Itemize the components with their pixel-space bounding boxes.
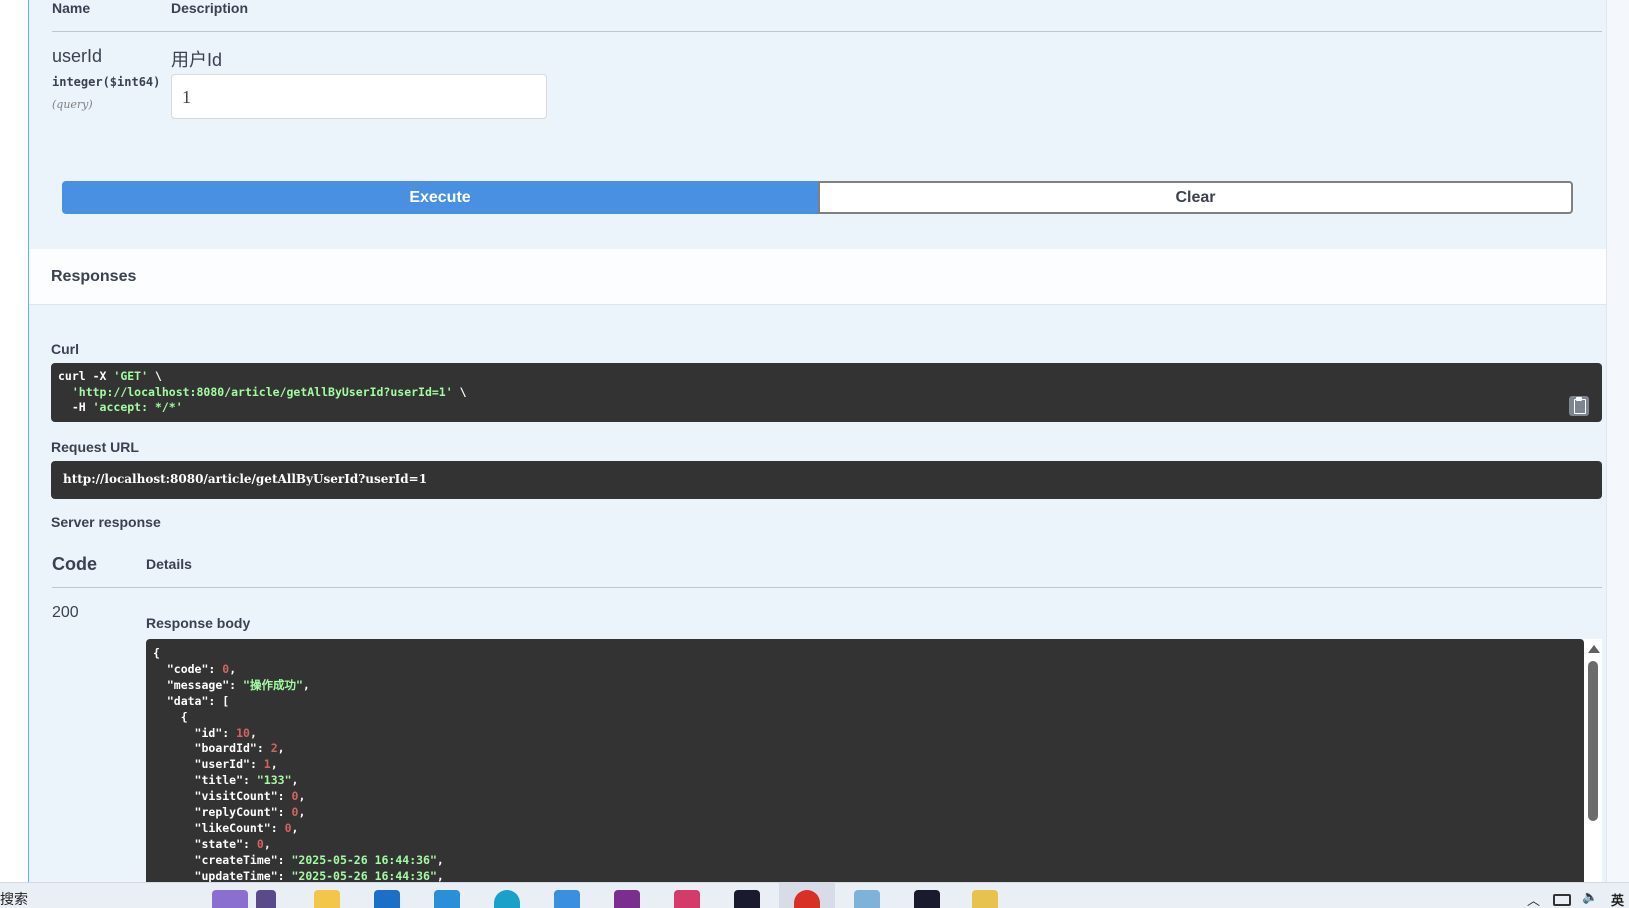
taskbar-vscode-icon[interactable] <box>434 890 460 908</box>
column-description-header: Description <box>171 0 249 16</box>
json-field-key: "id" <box>194 725 223 740</box>
right-gutter <box>1606 0 1629 882</box>
taskbar-search[interactable]: 搜索 <box>0 889 28 908</box>
curl-label: Curl <box>51 341 79 357</box>
tray-input-language[interactable]: 英 <box>1611 890 1624 908</box>
response-body-scrollbar[interactable] <box>1584 639 1602 882</box>
tray-network-icon[interactable] <box>1553 894 1571 906</box>
json-field-key: "boardId" <box>194 741 257 756</box>
param-location: (query) <box>52 98 93 111</box>
json-item-open: { <box>180 709 188 724</box>
json-field-value: 2 <box>270 741 278 756</box>
json-field-key: "title" <box>194 773 244 788</box>
scroll-thumb[interactable] <box>1588 661 1598 821</box>
json-field-value: 10 <box>236 725 250 740</box>
json-field-key: "replyCount" <box>194 805 278 820</box>
column-name-header: Name <box>52 0 91 16</box>
taskbar-onenote-icon[interactable] <box>614 890 640 908</box>
curl-method: 'GET' <box>113 369 149 383</box>
json-field-value: "2025-05-26 16:44:36" <box>291 852 437 867</box>
swagger-page: Name Description userId integer($int64) … <box>0 0 1629 908</box>
response-table-header: Code Details <box>52 550 1602 588</box>
code-header: Code <box>52 554 97 574</box>
server-response-label: Server response <box>51 514 161 530</box>
taskbar-edge-icon[interactable] <box>494 890 520 908</box>
curl-cmd: curl -X <box>58 369 114 383</box>
taskbar-outlook-icon[interactable] <box>374 890 400 908</box>
json-field-key: "visitCount" <box>194 789 278 804</box>
taskbar-intellij-icon[interactable] <box>674 890 700 908</box>
curl-header-value: 'accept: */*' <box>92 400 183 414</box>
json-val-code: 0 <box>222 661 230 676</box>
json-field-key: "state" <box>194 836 244 851</box>
taskbar-app-yellow-icon[interactable] <box>972 890 998 908</box>
json-field-value: 1 <box>263 757 271 772</box>
json-field-key: "likeCount" <box>194 820 271 835</box>
taskbar-widget-icon[interactable] <box>212 890 248 908</box>
json-field-value: 0 <box>256 836 264 851</box>
param-description: 用户Id <box>171 50 223 70</box>
details-header: Details <box>146 556 192 572</box>
curl-command-block[interactable]: curl -X 'GET' \ 'http://localhost:8080/a… <box>51 363 1602 422</box>
json-field-value: 0 <box>291 789 299 804</box>
response-status-code: 200 <box>52 604 79 621</box>
tray-chevron-up-icon[interactable]: ︿ <box>1527 890 1540 908</box>
json-data-open: [ <box>222 693 230 708</box>
responses-title: Responses <box>51 268 137 285</box>
json-key-message: "message" <box>166 677 230 692</box>
json-field-key: "updateTime" <box>194 868 278 882</box>
userid-input[interactable]: 1 <box>171 74 547 119</box>
scroll-up-arrow-icon[interactable] <box>1588 645 1600 653</box>
tray-volume-icon[interactable]: 🔈 <box>1582 890 1598 905</box>
json-field-value: "2025-05-26 16:44:36" <box>291 868 437 882</box>
response-body-label: Response body <box>146 615 251 631</box>
taskbar-file-explorer-icon[interactable] <box>314 890 340 908</box>
json-val-message: "操作成功" <box>243 677 303 692</box>
json-field-key: "createTime" <box>194 852 278 867</box>
taskbar-qq-icon[interactable] <box>734 890 760 908</box>
taskbar-ms-store-icon[interactable] <box>554 890 580 908</box>
taskbar-notepad-icon[interactable] <box>854 890 880 908</box>
param-name: userId <box>52 46 103 66</box>
json-field-value: 0 <box>284 820 292 835</box>
taskbar-widget-2-icon[interactable] <box>256 890 276 908</box>
curl-header-flag: -H <box>58 400 93 414</box>
left-gutter <box>0 0 28 882</box>
json-key-data: "data" <box>166 693 209 708</box>
responses-header: Responses <box>29 249 1606 305</box>
clear-button[interactable]: Clear <box>818 181 1573 214</box>
response-body-block[interactable]: { "code": 0, "message": "操作成功", "data": … <box>146 639 1584 882</box>
json-field-value: 0 <box>291 805 299 820</box>
json-open-brace: { <box>153 646 160 660</box>
param-type: integer($int64) <box>52 75 161 89</box>
json-field-key: "userId" <box>194 757 250 772</box>
json-key-code: "code" <box>166 661 209 676</box>
windows-taskbar: 搜索 ︿ 🔈 英 <box>0 882 1629 908</box>
curl-line2-tail: \ <box>452 384 467 399</box>
request-url-block[interactable]: http://localhost:8080/article/getAllByUs… <box>51 461 1602 499</box>
curl-url: 'http://localhost:8080/article/getAllByU… <box>71 384 453 399</box>
request-url-label: Request URL <box>51 439 139 455</box>
json-field-value: "133" <box>256 773 292 788</box>
copy-to-clipboard-icon[interactable] <box>1569 396 1589 416</box>
parameters-table-header: Name Description <box>52 0 1602 32</box>
curl-line1-tail: \ <box>148 369 162 383</box>
taskbar-qq-2-icon[interactable] <box>914 890 940 908</box>
execute-button[interactable]: Execute <box>62 181 818 214</box>
